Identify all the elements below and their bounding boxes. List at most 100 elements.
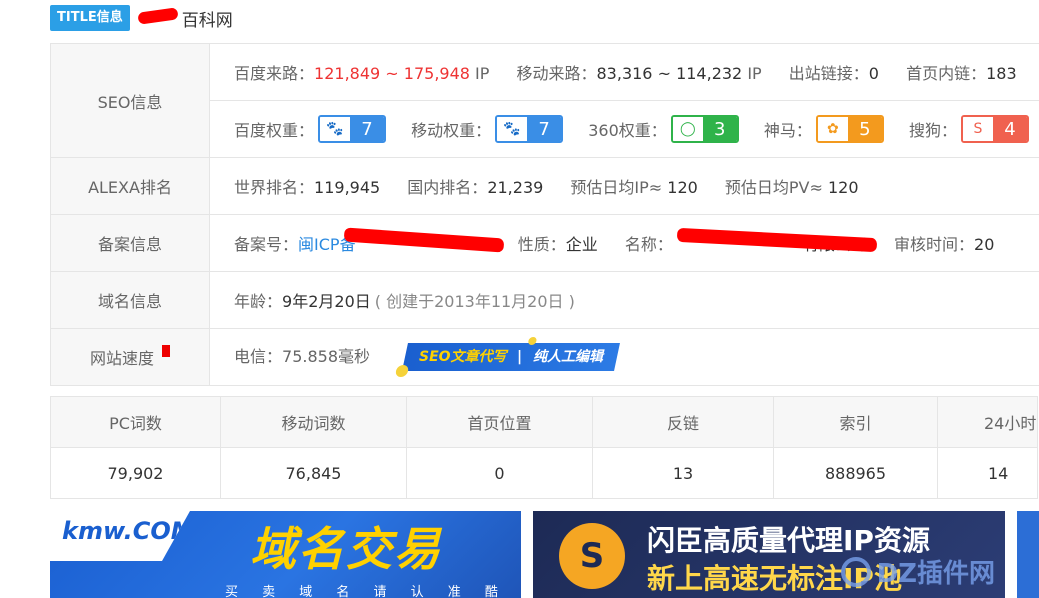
seo-writing-banner[interactable]: SEO文章代写 | 纯人工编辑 — [394, 337, 621, 378]
stats-header: 索引 — [773, 396, 938, 448]
daily-ip-value: 120 — [662, 178, 698, 197]
banner-right-text: 纯人工编辑 — [533, 349, 604, 366]
sogou-weight-value: 4 — [993, 117, 1027, 141]
watermark: DZ插件网 — [840, 553, 995, 590]
daily-pv-value: 120 — [822, 178, 859, 197]
beian-name-key: 名称： — [624, 235, 673, 254]
site-info-table: SEO信息 百度来路：121,849 ~ 175,948 IP 移动来路：83,… — [49, 43, 1039, 386]
beian-audit-value: 20 — [974, 235, 995, 254]
beian-nature-value: 企业 — [565, 235, 598, 254]
site-name-text: 百科网 — [181, 10, 233, 31]
stats-value: 79,902 — [50, 447, 221, 499]
telecom-speed: 电信：75.858毫秒 — [234, 346, 371, 366]
title-section: TITLE信息 百科网 — [50, 4, 233, 32]
site-name: 百科网 — [137, 6, 233, 31]
homepage-internal-links: 首页内链：183 — [906, 60, 1017, 84]
redaction-mark — [676, 227, 878, 253]
domain-row: 域名信息 年龄：9年2月20日( 创建于2013年11月20日 ) — [49, 271, 1039, 329]
stats-value: 14 — [937, 447, 1038, 499]
360-weight-key: 360权重： — [588, 121, 667, 140]
mobile-traffic-key: 移动来路： — [516, 64, 597, 83]
lightning-icon: S — [559, 523, 625, 589]
shenma-weight[interactable]: 神马： ✿ 5 — [764, 115, 884, 143]
alexa-row: ALEXA排名 世界排名：119,945 国内排名：21,239 预估日均IP≈… — [49, 157, 1039, 215]
mobile-weight[interactable]: 移动权重： 🐾 7 — [411, 115, 564, 143]
shenma-weight-value: 5 — [847, 117, 882, 141]
internal-links-key: 首页内链： — [906, 64, 987, 83]
watermark-text: DZ插件网 — [876, 559, 995, 589]
seo-label: SEO信息 — [49, 43, 211, 158]
baidu-traffic-key: 百度来路： — [234, 64, 315, 83]
speed-label: 网站速度 — [90, 349, 155, 368]
banner-left-text: SEO文章代写 — [419, 349, 507, 366]
paw-icon: 🐾 — [320, 117, 351, 141]
beian-nature-key: 性质： — [517, 235, 566, 254]
seo-traffic-cell: 百度来路：121,849 ~ 175,948 IP 移动来路：83,316 ~ … — [209, 43, 1039, 101]
ad1-title: 域名交易 — [250, 522, 442, 576]
beian-name: 名称：有限公司 — [624, 227, 878, 255]
seo-row-1: SEO信息 百度来路：121,849 ~ 175,948 IP 移动来路：83,… — [49, 43, 1039, 158]
daily-ip-key: 预估日均IP≈ — [570, 178, 663, 197]
kmw-logo-text: kmw.COM — [62, 517, 195, 545]
outbound-links-value: 0 — [868, 64, 879, 83]
stats-header: PC词数 — [50, 396, 221, 448]
speed-row: 网站速度 电信：75.858毫秒 SEO文章代写 | 纯人工编辑 — [49, 328, 1039, 386]
beian-audit-key: 审核时间： — [894, 235, 975, 254]
360-weight[interactable]: 360权重： ◯ 3 — [588, 115, 739, 143]
red-mark — [162, 345, 171, 357]
domestic-rank: 国内排名：21,239 — [407, 174, 543, 198]
stats-header: 首页位置 — [406, 396, 593, 448]
baidu-traffic: 百度来路：121,849 ~ 175,948 IP — [234, 60, 489, 84]
title-badge: TITLE信息 — [50, 5, 130, 31]
domain-cell: 年龄：9年2月20日( 创建于2013年11月20日 ) — [209, 271, 1039, 329]
beian-nature: 性质：企业 — [518, 231, 598, 255]
world-rank-value: 119,945 — [314, 178, 381, 197]
beian-row: 备案信息 备案号：闽ICP备 性质：企业 名称：有限公司 审核时间：20 — [49, 214, 1039, 272]
shenma-icon: ✿ — [817, 117, 848, 141]
mobile-traffic: 移动来路：83,316 ~ 114,232 IP — [516, 60, 761, 84]
domestic-rank-value: 21,239 — [487, 178, 544, 197]
360-icon: ◯ — [672, 117, 703, 141]
ad1-subtitle: 买 卖 域 名 请 认 准 酷 米 网 — [225, 585, 508, 598]
mobile-weight-value: 7 — [527, 117, 562, 141]
seo-weights-cell: 百度权重： 🐾 7 移动权重： 🐾 7 360权重： ◯ 3 神马： ✿ 5 搜狗： S… — [209, 100, 1039, 158]
kmw-logo: kmw.COM — [50, 511, 190, 561]
internal-links-value: 183 — [986, 64, 1017, 83]
domain-age-value: 9年2月20日 — [282, 292, 371, 311]
daily-ip: 预估日均IP≈ 120 — [570, 174, 697, 198]
stats-header: 反链 — [592, 396, 774, 448]
sogou-weight[interactable]: 搜狗： S4 — [909, 115, 1029, 143]
redaction-mark — [343, 227, 505, 253]
sogou-icon: S — [963, 117, 993, 141]
mobile-traffic-value: 83,316 ~ 114,232 — [596, 64, 743, 83]
stats-value: 888965 — [773, 447, 938, 499]
speed-cell: 电信：75.858毫秒 SEO文章代写 | 纯人工编辑 — [209, 328, 1039, 386]
stats-value-row: 79,902 76,845 0 13 888965 14 — [50, 447, 1038, 499]
stats-table: PC词数 移动词数 首页位置 反链 索引 24小时 79,902 76,845 … — [50, 396, 1038, 499]
domestic-rank-key: 国内排名： — [407, 178, 488, 197]
baidu-traffic-value: 121,849 ~ 175,948 — [314, 64, 470, 83]
speed-label-cell: 网站速度 — [49, 328, 211, 386]
beian-number: 备案号：闽ICP备 — [234, 227, 505, 255]
domain-created: ( 创建于2013年11月20日 ) — [374, 292, 575, 311]
third-ad-edge[interactable] — [1017, 511, 1039, 598]
domain-trade-ad[interactable]: kmw.COM 域名交易 买 卖 域 名 请 认 准 酷 米 网 — [50, 511, 521, 598]
baidu-weight-key: 百度权重： — [234, 121, 315, 140]
baidu-weight[interactable]: 百度权重： 🐾 7 — [234, 115, 387, 143]
beian-number-key: 备案号： — [234, 235, 299, 254]
daily-pv-key: 预估日均PV≈ — [724, 178, 823, 197]
stats-value: 13 — [592, 447, 774, 499]
domain-age-key: 年龄： — [234, 292, 283, 311]
shenma-weight-key: 神马： — [763, 121, 812, 140]
mobile-traffic-unit: IP — [742, 64, 762, 83]
outbound-links-key: 出站链接： — [788, 64, 869, 83]
proxy-ip-ad[interactable]: S 闪臣高质量代理IP资源 新上高速无标注IP池 DZ插件网 — [533, 511, 1005, 598]
world-rank-key: 世界排名： — [234, 178, 315, 197]
sogou-weight-key: 搜狗： — [908, 121, 957, 140]
stats-header-row: PC词数 移动词数 首页位置 反链 索引 24小时 — [50, 396, 1038, 448]
stats-header: 24小时 — [937, 396, 1038, 448]
alexa-label: ALEXA排名 — [49, 157, 211, 215]
beian-cell: 备案号：闽ICP备 性质：企业 名称：有限公司 审核时间：20 — [209, 214, 1039, 272]
domain-label: 域名信息 — [49, 271, 211, 329]
watermark-icon — [840, 556, 871, 587]
